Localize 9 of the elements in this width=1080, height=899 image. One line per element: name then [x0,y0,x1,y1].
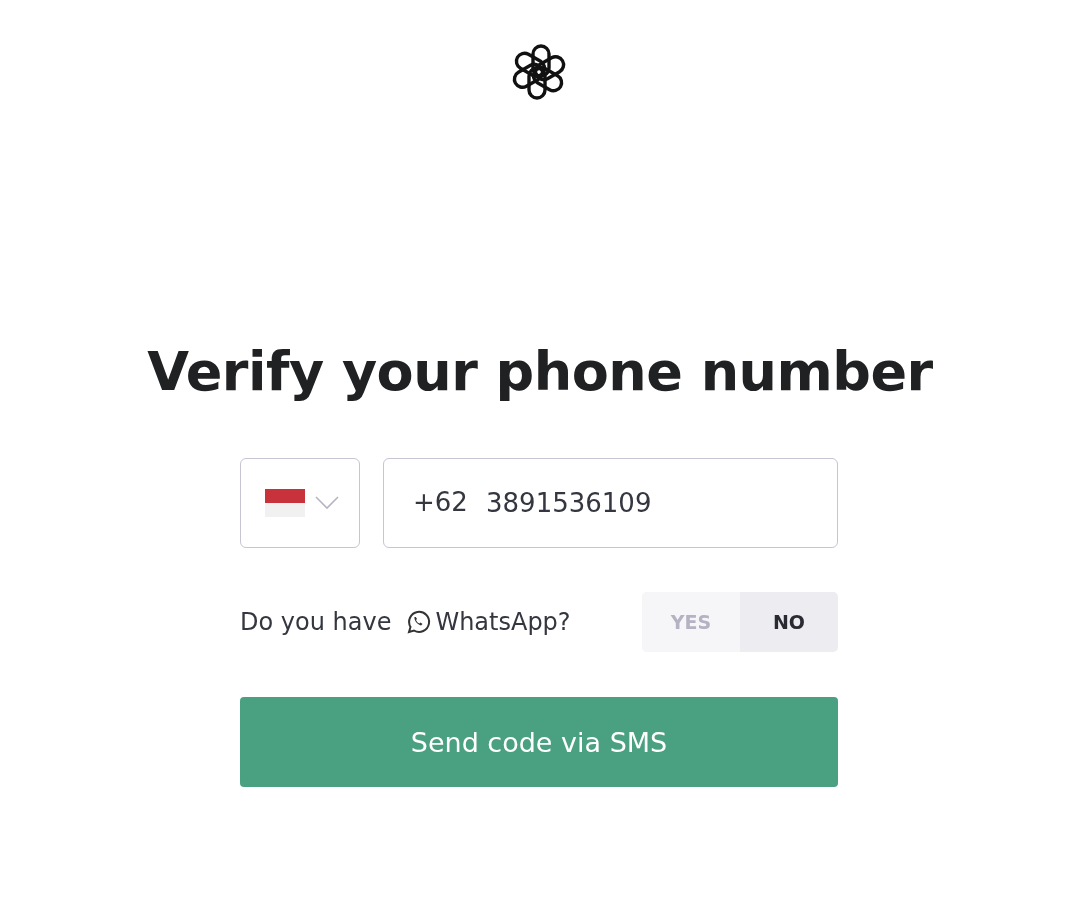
country-select[interactable] [240,458,360,548]
toggle-option[interactable]: NO [740,592,838,652]
whatsapp-question: Do you have [240,608,392,636]
chevron-down-icon [315,496,339,510]
flag-icon [265,489,305,517]
chat-phone-icon [405,609,432,635]
country-code: +62 [413,487,468,517]
whatsapp-label: WhatsApp? [435,608,571,636]
page-title: Verify your phone number [147,339,933,405]
